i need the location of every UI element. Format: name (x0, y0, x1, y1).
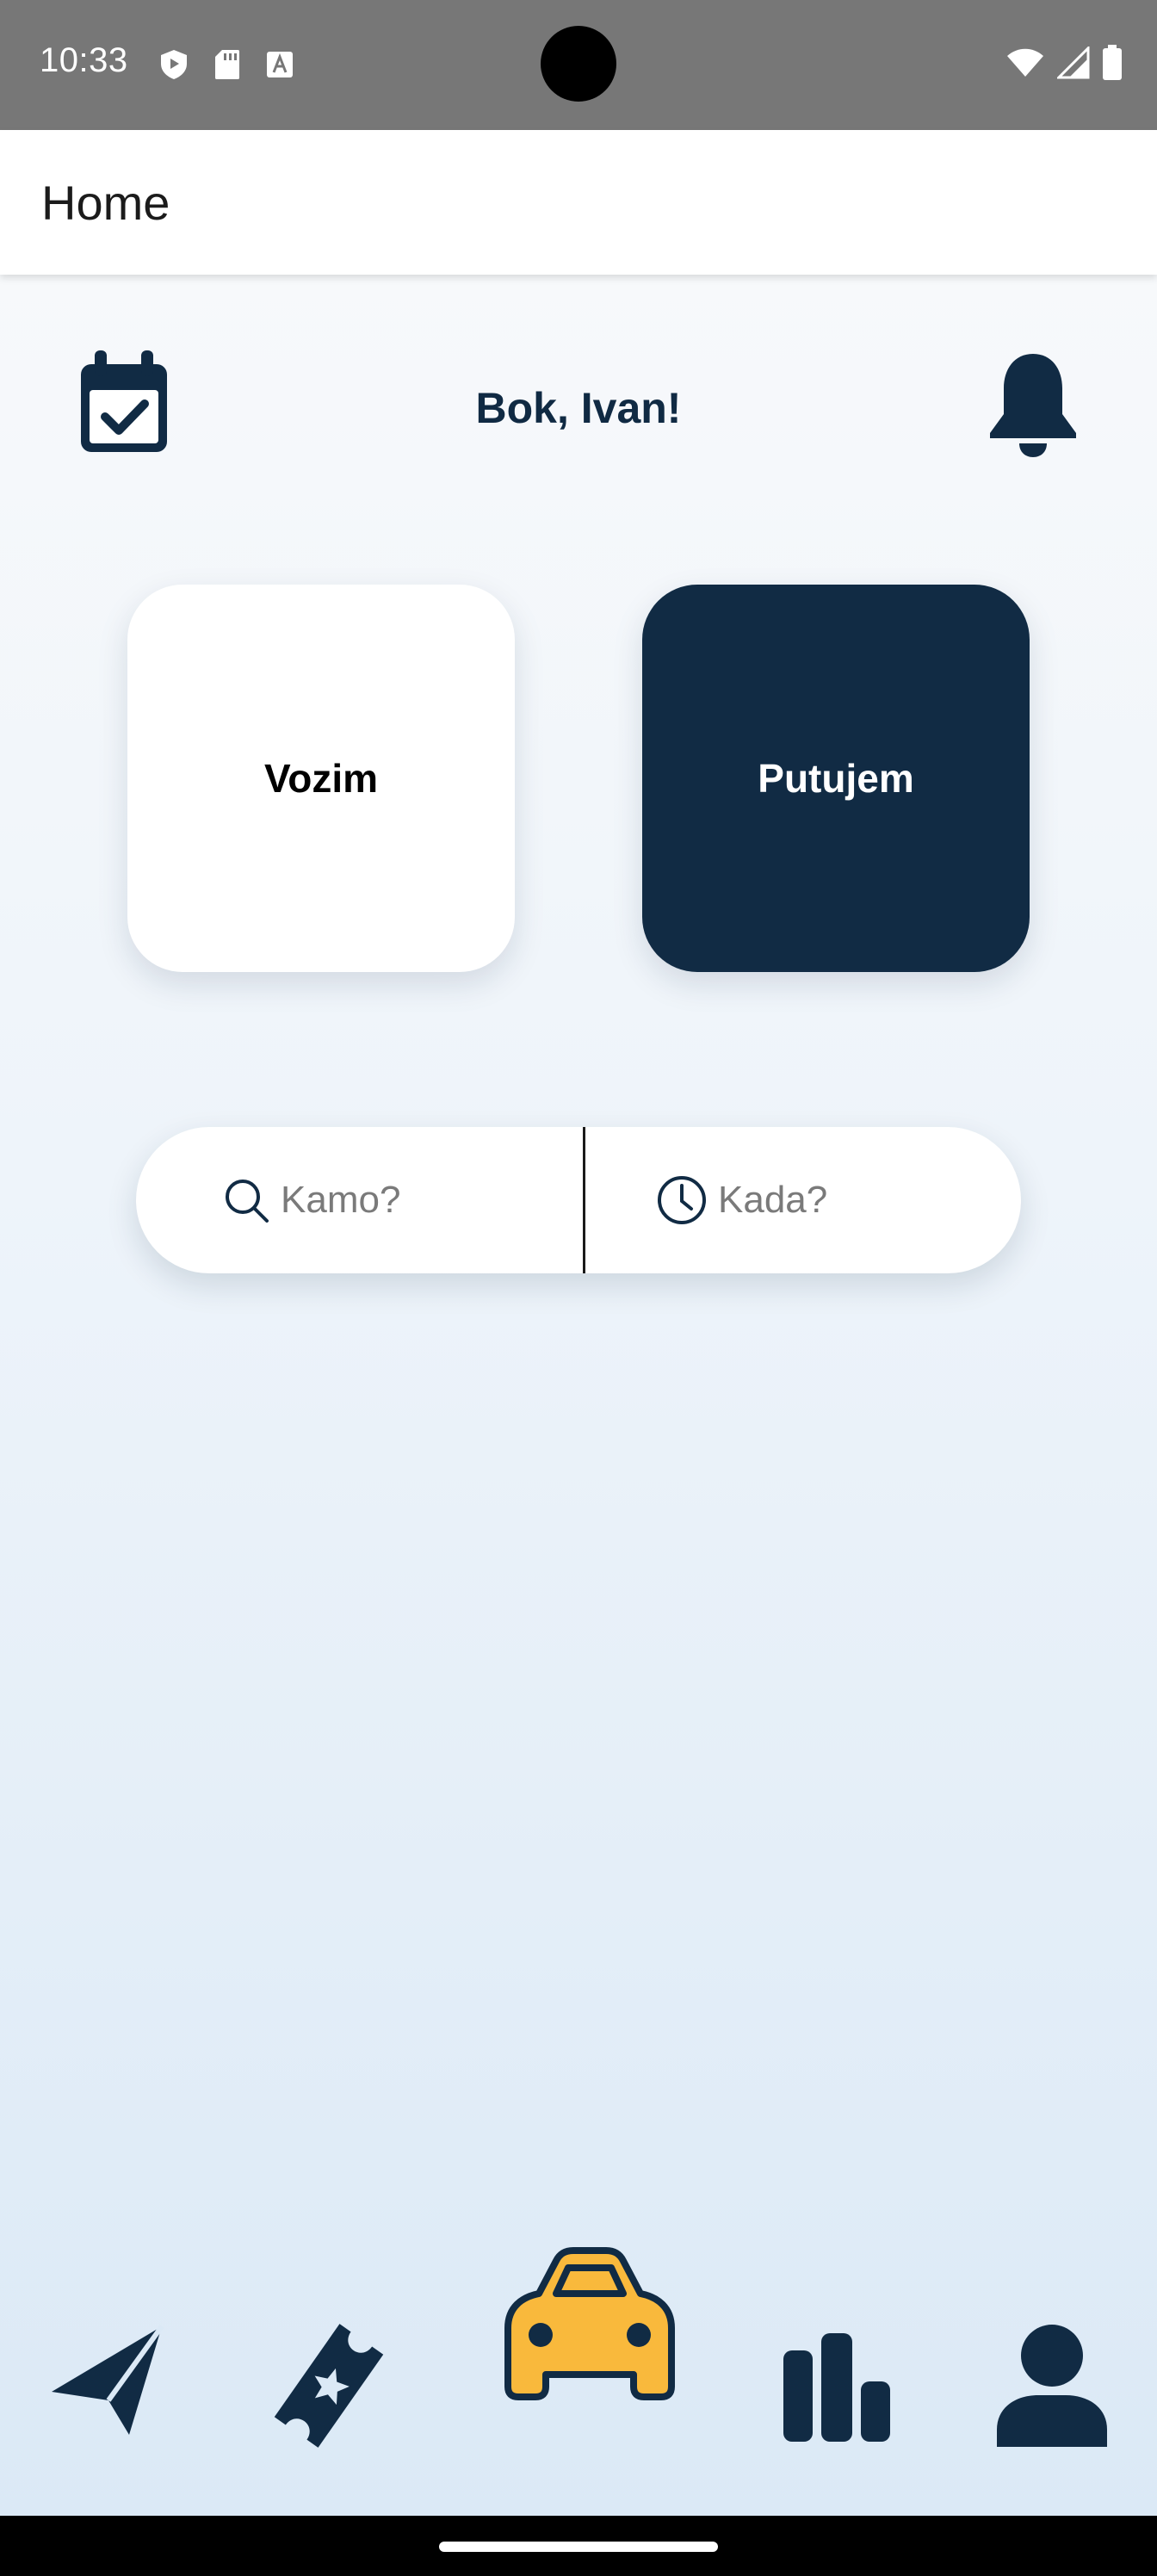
page-title: Home (41, 176, 170, 230)
wifi-icon (1007, 48, 1043, 77)
nav-item-tickets[interactable] (260, 2313, 398, 2459)
camera-cutout (541, 26, 616, 102)
vozim-label: Vozim (263, 756, 379, 801)
status-time: 10:33 (40, 41, 128, 79)
sd-card-icon (215, 50, 239, 79)
app-bar: Home (0, 130, 1157, 275)
putujem-card[interactable]: Putujem (642, 585, 1030, 972)
clock-icon (658, 1176, 706, 1224)
bar-chart-icon (783, 2333, 890, 2442)
search-icon (226, 1180, 269, 1223)
status-icons-right (1005, 45, 1123, 81)
keyboard-a-icon (267, 52, 293, 77)
status-bar: 10:33 (0, 0, 1157, 130)
shield-icon (161, 50, 187, 79)
main-content: Bok, Ivan! Vozim Putujem Kamo? Kada? (0, 275, 1157, 2516)
nav-item-send[interactable] (50, 2325, 165, 2437)
status-icons-left (158, 48, 294, 81)
when-input[interactable]: Kada? (656, 1127, 827, 1273)
putujem-label: Putujem (758, 756, 914, 801)
car-icon (504, 2247, 675, 2400)
nav-item-profile[interactable] (995, 2323, 1109, 2449)
search-bar: Kamo? Kada? (136, 1127, 1021, 1273)
nav-item-stats[interactable] (780, 2330, 894, 2443)
gesture-area (0, 2516, 1157, 2576)
screen: 10:33 Home Bok, Ivan! Vozim Putujem Kamo… (0, 0, 1157, 2576)
when-placeholder: Kada? (718, 1179, 828, 1221)
home-gesture-handle[interactable] (439, 2542, 718, 2552)
where-placeholder: Kamo? (281, 1179, 401, 1221)
battery-icon (1103, 45, 1122, 80)
where-input[interactable]: Kamo? (222, 1127, 400, 1273)
search-divider (583, 1127, 585, 1273)
greeting-text: Bok, Ivan! (475, 384, 682, 432)
cellular-signal-icon (1057, 46, 1090, 79)
vozim-card[interactable]: Vozim (127, 585, 515, 972)
user-icon (997, 2325, 1107, 2447)
paper-plane-icon (52, 2325, 164, 2435)
bottom-nav (0, 2221, 1157, 2516)
notifications-button[interactable] (985, 350, 1081, 457)
nav-item-car[interactable] (501, 2245, 678, 2404)
bell-icon (990, 354, 1076, 457)
ticket-star-icon (274, 2324, 384, 2448)
